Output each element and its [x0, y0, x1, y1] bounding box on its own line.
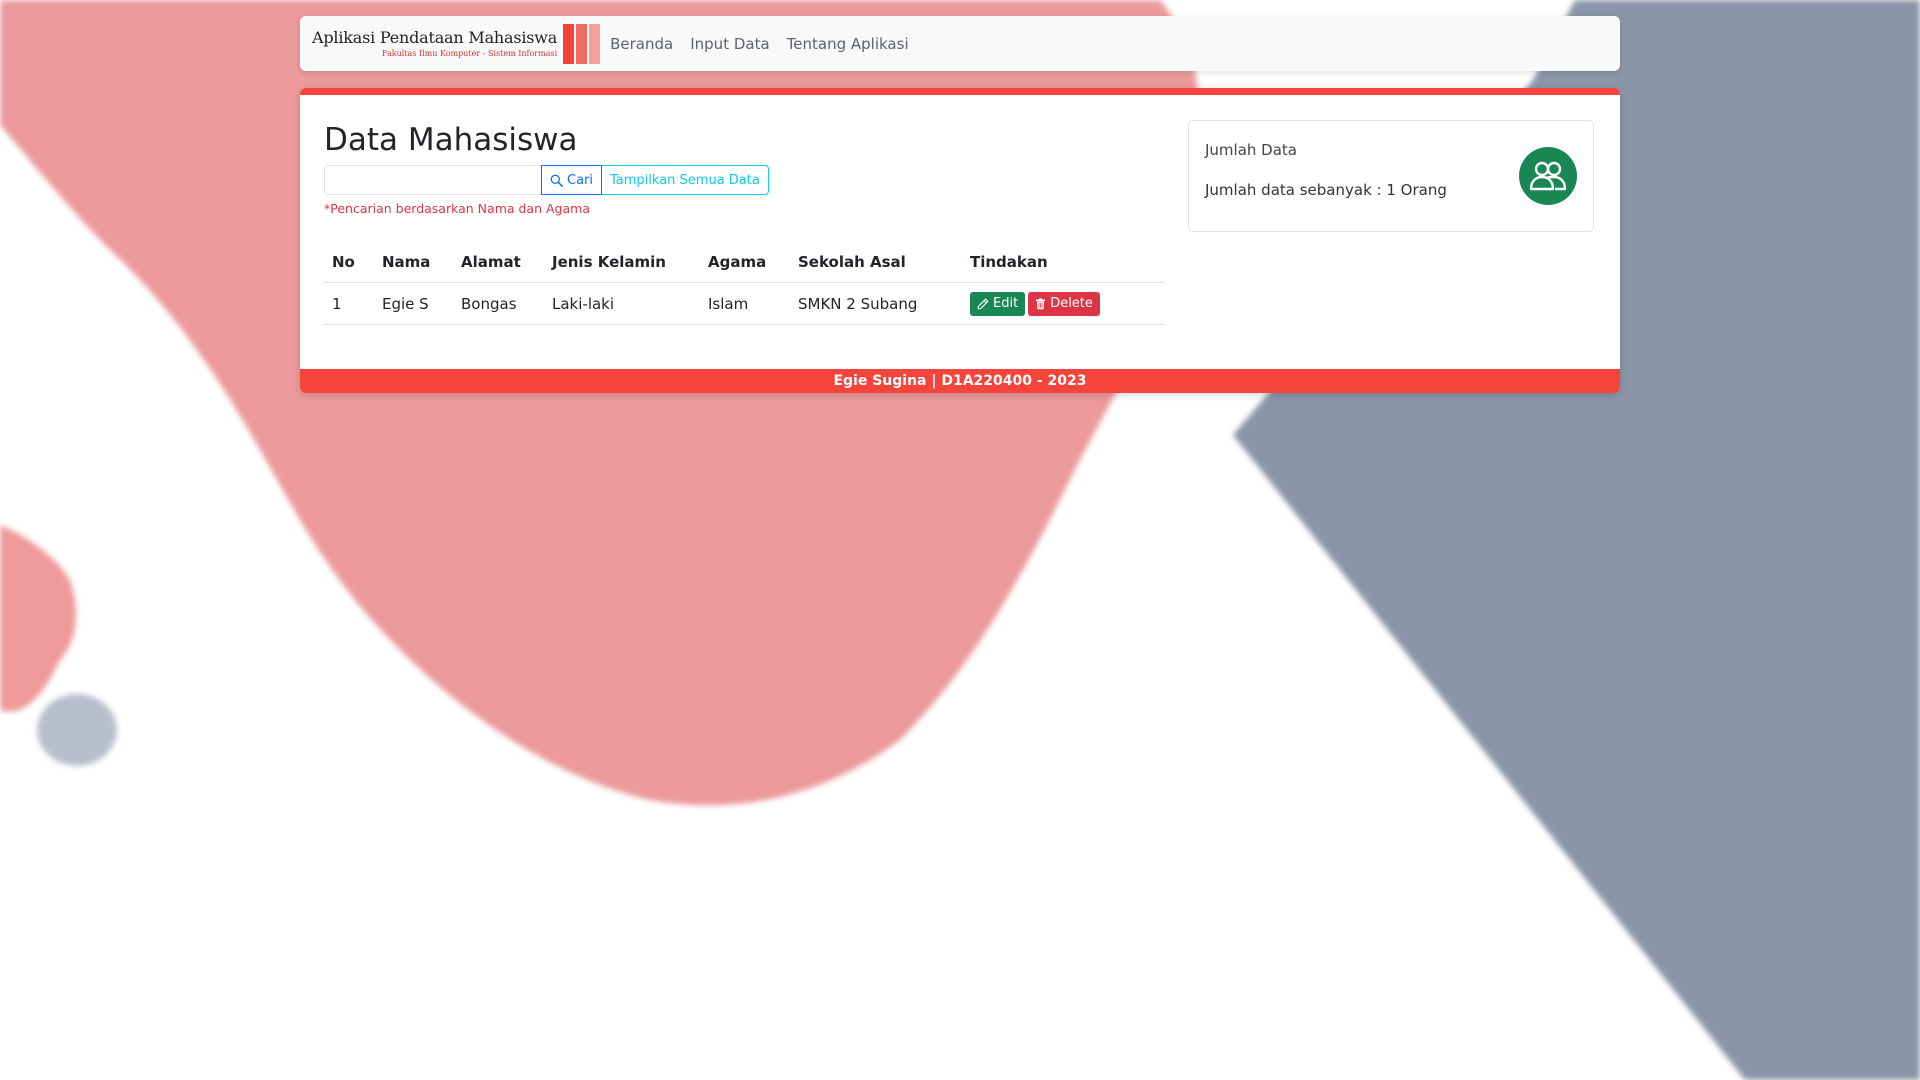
cell-agama: Islam: [700, 282, 790, 325]
show-all-button[interactable]: Tampilkan Semua Data: [602, 165, 769, 195]
header-alamat: Alamat: [453, 241, 544, 283]
brand-bar: [576, 23, 588, 64]
brand-text: Aplikasi Pendataan Mahasiswa Fakultas Il…: [312, 28, 557, 59]
trash-icon: [1036, 297, 1046, 309]
nav-link-input-data[interactable]: Input Data: [690, 32, 769, 56]
header-sekolah-asal: Sekolah Asal: [790, 241, 962, 283]
cell-tindakan: Edit Delete: [962, 282, 1164, 325]
search-button[interactable]: Cari: [541, 165, 602, 195]
header-nama: Nama: [374, 241, 453, 283]
delete-button[interactable]: Delete: [1028, 291, 1100, 316]
brand-title: Aplikasi Pendataan Mahasiswa: [312, 28, 558, 47]
card-top-accent: [300, 88, 1620, 95]
search-input[interactable]: [324, 165, 541, 195]
header-no: No: [324, 241, 374, 283]
student-table: No Nama Alamat Jenis Kelamin Agama Sekol…: [324, 241, 1164, 325]
table-row: 1 Egie S Bongas Laki-laki Islam SMKN 2 S…: [324, 282, 1164, 325]
brand-bar: [589, 23, 601, 64]
nav-link-tentang-aplikasi[interactable]: Tentang Aplikasi: [787, 32, 909, 56]
background-grey-dot: [37, 694, 117, 766]
header-tindakan: Tindakan: [962, 241, 1164, 283]
nav-links: Beranda Input Data Tentang Aplikasi: [610, 32, 925, 56]
header-agama: Agama: [700, 241, 790, 283]
background-pink-small-blob: [0, 525, 76, 712]
data-count-text: Jumlah data sebanyak : 1 Orang: [1205, 181, 1447, 199]
cell-nama: Egie S: [374, 282, 453, 325]
footer-text: Egie Sugina | D1A220400 - 2023: [833, 373, 1087, 389]
edit-button-label: Edit: [993, 296, 1019, 311]
data-count-title: Jumlah Data: [1205, 141, 1297, 159]
footer-bar: Egie Sugina | D1A220400 - 2023: [300, 369, 1620, 393]
brand-bar: [563, 23, 575, 64]
brand-subtitle: Fakultas Ilmu Komputer - Sistem Informas…: [382, 49, 558, 58]
search-button-label: Cari: [567, 172, 593, 188]
brand-logo[interactable]: Aplikasi Pendataan Mahasiswa Fakultas Il…: [312, 16, 601, 71]
search-form: Cari Tampilkan Semua Data: [324, 165, 769, 195]
navbar: Aplikasi Pendataan Mahasiswa Fakultas Il…: [300, 16, 1620, 71]
edit-button[interactable]: Edit: [970, 291, 1026, 316]
cell-alamat: Bongas: [453, 282, 544, 325]
page-title: Data Mahasiswa: [324, 122, 578, 158]
pencil-icon: [977, 298, 989, 309]
nav-link-beranda[interactable]: Beranda: [610, 32, 673, 56]
cell-no: 1: [324, 282, 374, 325]
delete-button-label: Delete: [1050, 296, 1093, 311]
cell-sekolah-asal: SMKN 2 Subang: [790, 282, 962, 325]
data-count-card: Jumlah Data Jumlah data sebanyak : 1 Ora…: [1188, 120, 1594, 232]
search-icon: [550, 174, 563, 187]
header-jenis-kelamin: Jenis Kelamin: [544, 241, 700, 283]
main-card: Data Mahasiswa Cari Tampilkan Semua Data…: [300, 88, 1620, 393]
brand-bars-icon: [561, 23, 601, 64]
search-note: *Pencarian berdasarkan Nama dan Agama: [324, 201, 590, 216]
cell-jenis-kelamin: Laki-laki: [544, 282, 700, 325]
users-icon: [1519, 147, 1577, 205]
table-header-row: No Nama Alamat Jenis Kelamin Agama Sekol…: [324, 241, 1164, 283]
